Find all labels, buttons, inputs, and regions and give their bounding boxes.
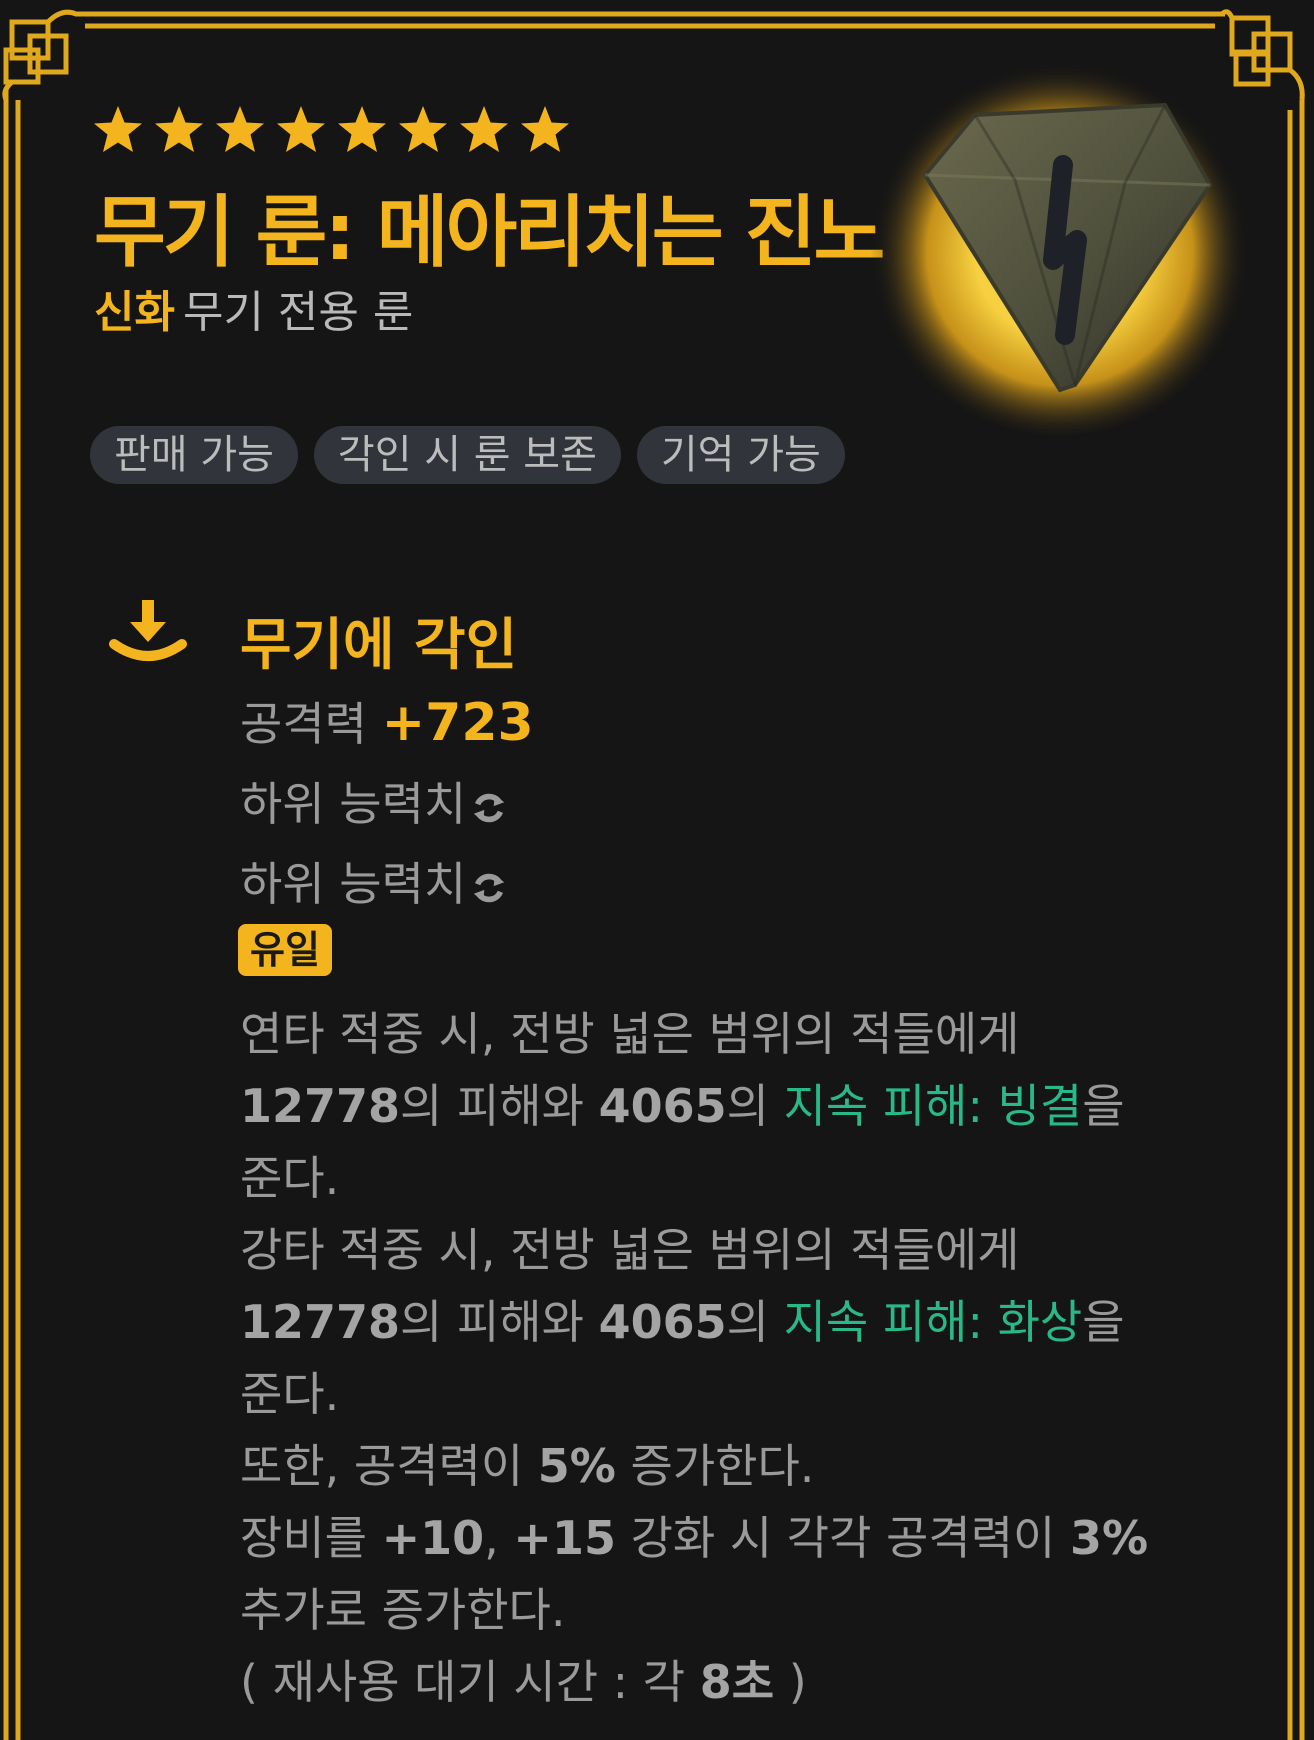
engrave-download-icon	[109, 600, 187, 661]
star-icon	[277, 106, 325, 152]
effect-text: 장비를	[240, 1511, 367, 1565]
enhance-level-value: +15	[513, 1511, 616, 1565]
attack-stat: 공격력 +723	[240, 688, 534, 754]
effect-text: 을	[1082, 1295, 1125, 1349]
star-icon	[399, 106, 447, 152]
effect-description: 연타 적중 시, 전방 넓은 범위의 적들에게 12778의 피해와 4065의…	[240, 998, 1240, 1718]
reroll-icon[interactable]	[470, 789, 508, 827]
reroll-icon[interactable]	[470, 869, 508, 907]
effect-line: 장비를 +10, +15 강화 시 각각 공격력이 3%	[240, 1502, 1240, 1574]
damage-value: 12778	[240, 1295, 401, 1349]
item-tag: 각인 시 룬 보존	[313, 426, 621, 484]
cooldown-value: 8초	[699, 1655, 775, 1709]
effect-text: 의	[726, 1079, 769, 1133]
item-tooltip-card: 무기 룬: 메아리치는 진노 신화 무기 전용 룬 판매 가능 각인 시 룬 보존 기…	[0, 0, 1314, 1740]
item-tag: 기억 가능	[636, 426, 845, 484]
dot-value: 4065	[598, 1079, 727, 1133]
substat-row-1: 하위 능력치	[240, 768, 508, 834]
substat-label-1: 하위 능력치	[240, 777, 467, 831]
effect-text: 증가한다.	[630, 1439, 815, 1493]
effect-line: 준다.	[240, 1151, 340, 1205]
star-icon	[460, 106, 508, 152]
star-icon	[94, 106, 142, 152]
effect-text: 또한, 공격력이	[240, 1439, 524, 1493]
attack-bonus-value: 5%	[537, 1439, 616, 1493]
effect-text: ( 재사용 대기 시간 : 각	[240, 1655, 686, 1709]
dot-freeze-keyword: 지속 피해: 빙결	[783, 1079, 1083, 1133]
star-icon	[155, 106, 203, 152]
rarity-stars	[92, 104, 571, 156]
engrave-title: 무기에 각인	[240, 613, 518, 678]
effect-line: 강타 적중 시, 전방 넓은 범위의 적들에게	[240, 1223, 1020, 1277]
substat-row-2: 하위 능력치	[240, 848, 508, 914]
cooldown-line: ( 재사용 대기 시간 : 각 8초 )	[240, 1646, 1240, 1718]
effect-line: 12778의 피해와 4065의 지속 피해: 화상을	[240, 1286, 1240, 1358]
item-subtitle: 신화 무기 전용 룬	[94, 276, 413, 340]
attack-label: 공격력	[240, 697, 367, 751]
item-tags: 판매 가능 각인 시 룬 보존 기억 가능	[90, 426, 845, 484]
substat-label-2: 하위 능력치	[240, 857, 467, 911]
item-grade: 신화	[94, 287, 175, 338]
dot-burn-keyword: 지속 피해: 화상	[783, 1295, 1083, 1349]
unique-badge: 유일	[238, 924, 332, 976]
attack-bonus-value: 3%	[1069, 1511, 1149, 1565]
item-type: 무기 전용 룬	[182, 287, 414, 338]
effect-text: 의	[726, 1295, 769, 1349]
left-corner-knot	[2, 9, 77, 101]
effect-text: 의 피해와	[400, 1079, 584, 1133]
effect-line: 12778의 피해와 4065의 지속 피해: 빙결을	[240, 1070, 1240, 1142]
effect-line: 또한, 공격력이 5% 증가한다.	[240, 1430, 1240, 1502]
effect-text: )	[788, 1655, 807, 1709]
item-title: 무기 룬: 메아리치는 진노	[94, 188, 885, 278]
star-icon	[338, 106, 386, 152]
effect-text: 강화 시 각각 공격력이	[630, 1511, 1056, 1565]
enhance-level-value: +10	[381, 1511, 485, 1565]
effect-line: 준다.	[240, 1367, 340, 1421]
attack-value: +723	[381, 693, 534, 753]
effect-line: 추가로 증가한다.	[240, 1583, 566, 1637]
effect-text: 의 피해와	[400, 1295, 584, 1349]
effect-text: 을	[1082, 1079, 1125, 1133]
effect-line: 연타 적중 시, 전방 넓은 범위의 적들에게	[240, 1007, 1020, 1061]
star-icon	[521, 106, 569, 152]
star-icon	[216, 106, 264, 152]
effect-text: ,	[484, 1511, 499, 1565]
rune-stone-icon	[870, 55, 1250, 435]
damage-value: 12778	[240, 1079, 401, 1133]
dot-value: 4065	[598, 1295, 727, 1349]
item-tag: 판매 가능	[90, 426, 298, 484]
